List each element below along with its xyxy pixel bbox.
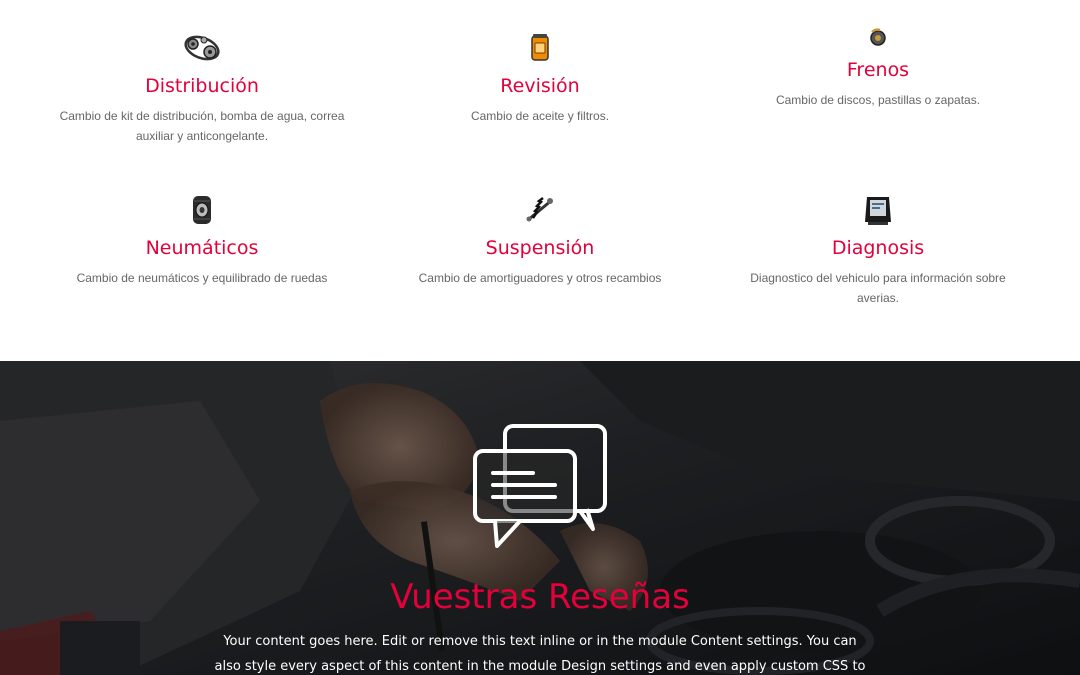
service-card-distribucion: Distribución Cambio de kit de distribuci… — [32, 30, 372, 146]
service-card-neumaticos: Neumáticos Cambio de neumáticos y equili… — [32, 192, 372, 288]
brake-disc-icon — [870, 28, 886, 46]
service-description: Cambio de aceite y filtros. — [470, 109, 610, 123]
services-section: Distribución Cambio de kit de distribuci… — [0, 0, 1080, 361]
shock-absorber-icon — [526, 197, 553, 222]
service-description: Cambio de kit de distribución, bomba de … — [59, 109, 345, 143]
reviews-body-text: Your content goes here. Edit or remove t… — [214, 634, 866, 674]
service-title: Suspensión — [485, 237, 595, 259]
tires-icon — [193, 196, 211, 224]
service-card-suspension: Suspensión Cambio de amortiguadores y ot… — [370, 192, 710, 288]
oil-filter-icon — [531, 34, 549, 61]
reviews-section: Vuestras Reseñas Your content goes here.… — [0, 361, 1080, 675]
service-card-frenos: Frenos Cambio de discos, pastillas o zap… — [708, 22, 1048, 110]
service-title: Revisión — [500, 75, 580, 97]
page: Distribución Cambio de kit de distribuci… — [0, 0, 1080, 675]
chat-bubbles-icon — [473, 424, 607, 548]
service-card-diagnosis: Diagnosis Diagnostico del vehiculo para … — [708, 192, 1048, 308]
service-description: Diagnostico del vehiculo para informació… — [750, 271, 1006, 305]
timing-belt-icon — [184, 35, 220, 61]
service-title: Distribución — [145, 75, 259, 97]
service-title: Diagnosis — [831, 237, 925, 259]
diagnostic-screen-icon — [865, 197, 891, 225]
service-card-revision: Revisión Cambio de aceite y filtros. — [370, 30, 710, 126]
service-description: Cambio de amortiguadores y otros recambi… — [418, 271, 662, 285]
service-description: Cambio de discos, pastillas o zapatas. — [775, 93, 981, 107]
service-title: Frenos — [846, 59, 910, 81]
reviews-heading: Vuestras Reseñas — [390, 577, 690, 617]
service-description: Cambio de neumáticos y equilibrado de ru… — [76, 271, 328, 285]
service-title: Neumáticos — [145, 237, 259, 259]
